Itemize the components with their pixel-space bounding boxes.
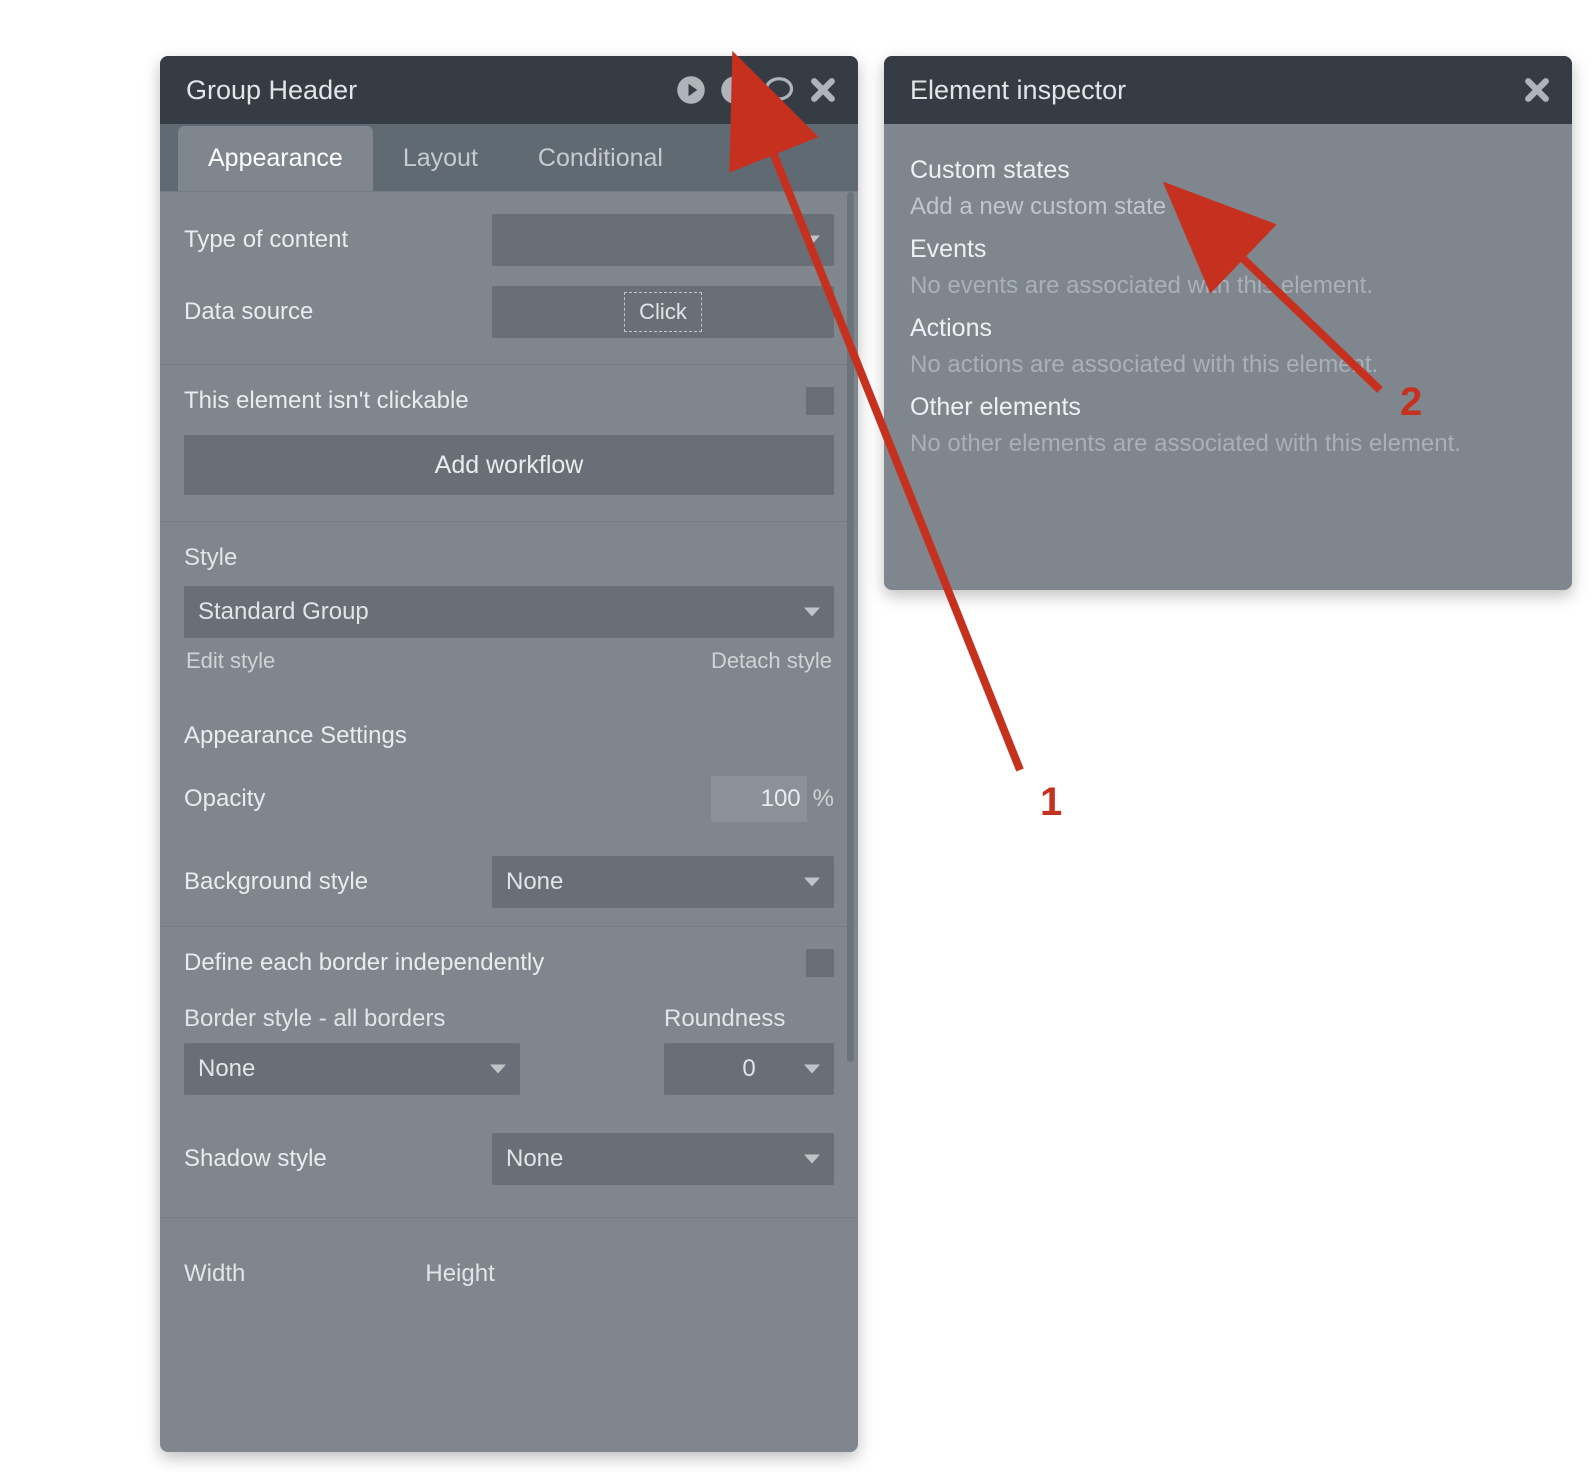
annotation-label-1: 1	[1040, 780, 1062, 825]
play-icon[interactable]	[676, 75, 706, 105]
annotation-label-2: 2	[1400, 380, 1422, 425]
border-style-label: Border style - all borders	[184, 1005, 445, 1033]
opacity-label: Opacity	[184, 785, 265, 813]
height-label: Height	[425, 1260, 494, 1288]
chevron-down-icon	[804, 236, 820, 245]
tab-layout[interactable]: Layout	[373, 126, 508, 191]
type-of-content-select[interactable]	[492, 214, 834, 266]
panel-title[interactable]: Group Header	[186, 75, 357, 106]
background-style-label: Background style	[184, 868, 368, 896]
inspector-header: Element inspector	[884, 56, 1572, 124]
scrollbar[interactable]	[847, 192, 854, 1062]
add-workflow-button[interactable]: Add workflow	[184, 435, 834, 495]
shadow-style-select[interactable]: None	[492, 1133, 834, 1185]
inspector-body: Custom states Add a new custom state Eve…	[884, 124, 1572, 490]
clickable-note: This element isn't clickable	[184, 387, 469, 415]
opacity-input[interactable]: 100	[711, 776, 807, 822]
events-title: Events	[910, 235, 1546, 264]
close-icon[interactable]	[808, 75, 838, 105]
data-source-input[interactable]: Click	[492, 286, 834, 338]
define-each-border-checkbox[interactable]	[806, 949, 834, 977]
clickable-checkbox[interactable]	[806, 387, 834, 415]
tab-appearance[interactable]: Appearance	[178, 126, 373, 191]
width-label: Width	[184, 1260, 245, 1288]
shadow-style-label: Shadow style	[184, 1145, 327, 1173]
element-inspector-panel: Element inspector Custom states Add a ne…	[884, 56, 1572, 590]
panel-body: Type of content Data source Click This e…	[160, 192, 858, 1334]
chevron-down-icon	[490, 1065, 506, 1074]
chevron-down-icon	[804, 878, 820, 887]
panel-header-icons	[676, 75, 838, 105]
comment-icon[interactable]	[764, 75, 794, 105]
roundness-label: Roundness	[664, 1005, 834, 1033]
property-editor-panel: Group Header Appearance Layout Condition…	[160, 56, 858, 1452]
chevron-down-icon	[804, 608, 820, 617]
chevron-down-icon	[804, 1065, 820, 1074]
style-select[interactable]: Standard Group	[184, 586, 834, 638]
other-elements-title: Other elements	[910, 393, 1546, 422]
other-elements-text: No other elements are associated with th…	[910, 430, 1546, 458]
close-icon[interactable]	[1522, 75, 1552, 105]
edit-style-link[interactable]: Edit style	[186, 648, 275, 674]
actions-title: Actions	[910, 314, 1546, 343]
data-source-label: Data source	[184, 298, 313, 326]
tab-conditional[interactable]: Conditional	[508, 126, 693, 191]
style-label: Style	[184, 544, 834, 572]
info-icon[interactable]	[720, 75, 750, 105]
inspector-title: Element inspector	[910, 75, 1126, 106]
type-of-content-label: Type of content	[184, 226, 348, 254]
border-style-select[interactable]: None	[184, 1043, 520, 1095]
roundness-select[interactable]: 0	[664, 1043, 834, 1095]
detach-style-link[interactable]: Detach style	[711, 648, 832, 674]
chevron-down-icon	[804, 1155, 820, 1164]
tabs: Appearance Layout Conditional	[160, 124, 858, 192]
opacity-unit: %	[813, 785, 834, 813]
background-style-select[interactable]: None	[492, 856, 834, 908]
actions-text: No actions are associated with this elem…	[910, 351, 1546, 379]
events-text: No events are associated with this eleme…	[910, 272, 1546, 300]
add-custom-state-link[interactable]: Add a new custom state	[910, 193, 1546, 221]
custom-states-title: Custom states	[910, 156, 1546, 185]
panel-header: Group Header	[160, 56, 858, 124]
appearance-settings-label: Appearance Settings	[184, 722, 834, 750]
define-each-border-label: Define each border independently	[184, 949, 544, 977]
